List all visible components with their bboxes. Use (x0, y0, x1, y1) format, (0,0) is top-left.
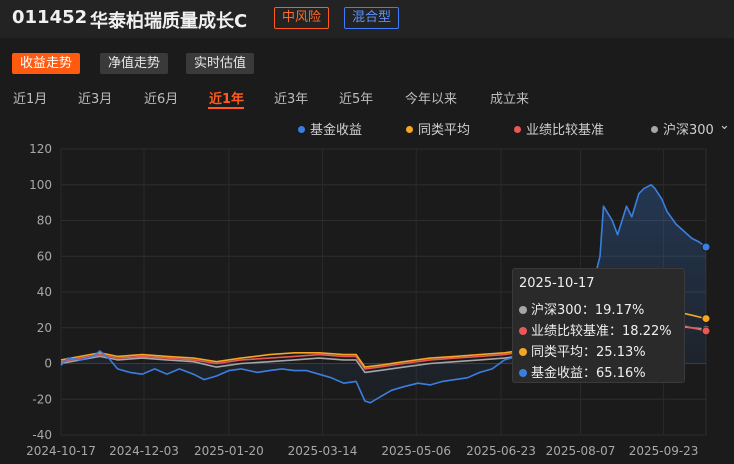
x-tick-label: 2025-09-23 (629, 444, 699, 458)
tooltip-dot-peer (519, 348, 527, 356)
y-tick-label: 20 (37, 321, 52, 335)
y-tick-label: -40 (32, 428, 52, 442)
tooltip-value-hs300: 19.17% (594, 303, 645, 318)
y-tick-label: 0 (44, 357, 52, 371)
tooltip-date: 2025-10-17 (519, 276, 595, 291)
x-tick-label: 2025-08-07 (546, 444, 616, 458)
tooltip-row-fund: 基金收益：65.16% (519, 362, 646, 381)
tooltip-dot-benchmark (519, 327, 527, 335)
y-tick-label: 60 (37, 249, 52, 263)
tooltip-label-hs300: 沪深300 (531, 303, 582, 318)
chart-tooltip: 2025-10-17 沪深300：19.17% 业绩比较基准：18.22% 同类… (512, 268, 685, 383)
benchmark-end-dot (701, 326, 711, 336)
x-tick-label: 2025-06-23 (466, 444, 536, 458)
x-tick-label: 2025-03-14 (288, 444, 358, 458)
y-tick-label: 100 (29, 178, 52, 192)
yield-chart: 120 100 80 60 40 20 0 -20 -40 2024-10-17 2024-12-0… (26, 142, 711, 458)
peer-average-end-dot (701, 314, 711, 324)
tooltip-value-fund: 65.16% (596, 366, 646, 381)
y-tick-label: -20 (32, 392, 52, 406)
tooltip-row-peer: 同类平均：25.13% (519, 341, 646, 360)
y-tick-label: 80 (37, 214, 52, 228)
tooltip-row-benchmark: 业绩比较基准：18.22% (519, 320, 672, 339)
y-tick-label: 120 (29, 142, 52, 156)
tooltip-label-peer: 同类平均 (531, 345, 584, 360)
x-tick-label: 2024-10-17 (26, 444, 96, 458)
tooltip-label-benchmark: 业绩比较基准 (531, 324, 610, 339)
tooltip-value-peer: 25.13% (596, 345, 646, 360)
tooltip-dot-fund (519, 369, 527, 377)
tooltip-row-hs300: 沪深300：19.17% (519, 299, 644, 318)
x-tick-label: 2024-12-03 (109, 444, 179, 458)
tooltip-value-benchmark: 18.22% (622, 324, 672, 339)
tooltip-dot-hs300 (519, 306, 527, 314)
fund-end-dot (701, 242, 711, 252)
y-tick-label: 40 (37, 285, 52, 299)
x-tick-label: 2025-05-06 (381, 444, 451, 458)
tooltip-label-fund: 基金收益 (531, 366, 584, 381)
x-tick-label: 2025-01-20 (194, 444, 264, 458)
